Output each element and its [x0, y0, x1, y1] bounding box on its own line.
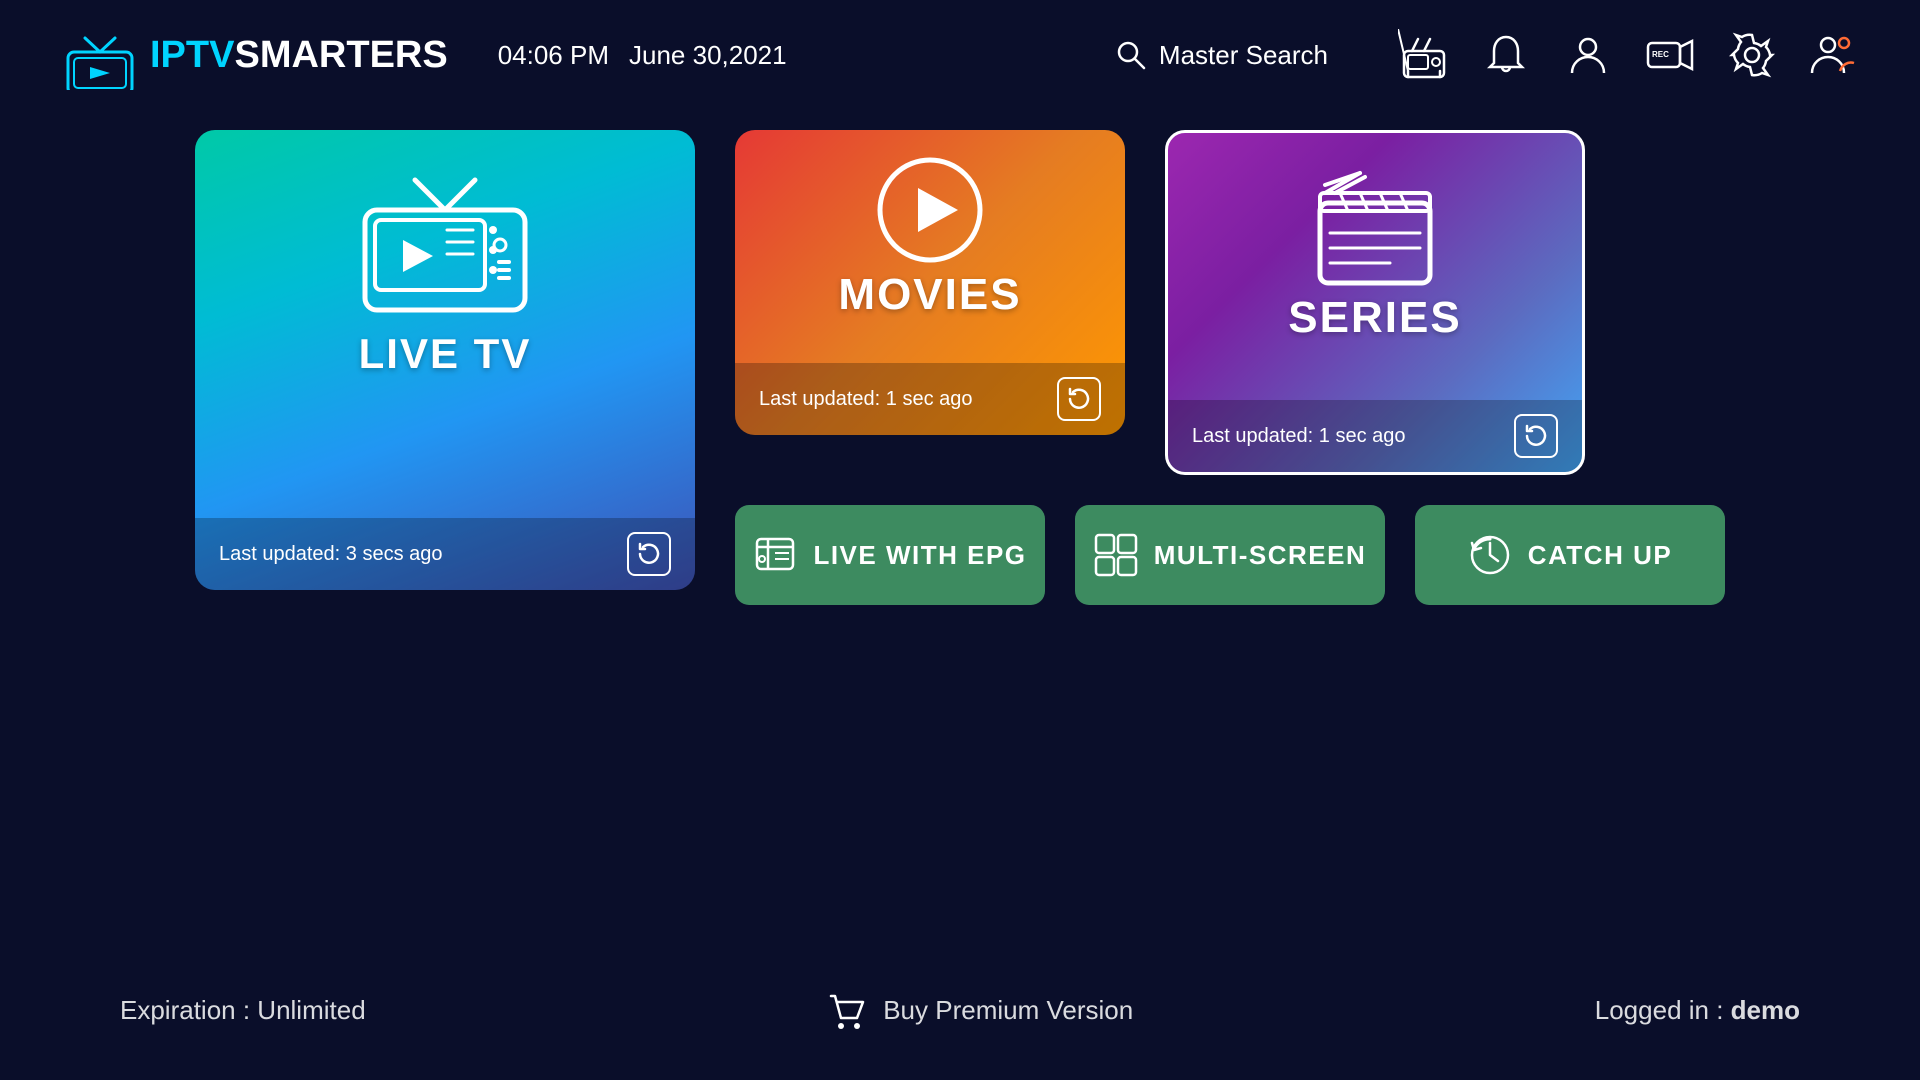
- header: IPTVSMARTERS 04:06 PM June 30,2021 Maste…: [0, 0, 1920, 110]
- logo-text: IPTVSMARTERS: [150, 34, 448, 77]
- logged-in-label: Logged in :: [1595, 995, 1731, 1025]
- expiration-label: Expiration : Unlimited: [120, 995, 366, 1025]
- multiscreen-icon: [1094, 533, 1138, 577]
- epg-label: LIVE WITH EPG: [813, 540, 1026, 571]
- refresh-icon-movies: [1066, 386, 1092, 412]
- epg-button[interactable]: LIVE WITH EPG: [735, 505, 1045, 605]
- live-tv-refresh[interactable]: [627, 532, 671, 576]
- live-tv-card[interactable]: LIVE TV Last updated: 3 secs ago: [195, 130, 695, 590]
- users-icon[interactable]: [1808, 29, 1860, 81]
- refresh-icon: [636, 541, 662, 567]
- logo: IPTVSMARTERS: [60, 20, 448, 90]
- live-tv-content: LIVE TV: [345, 130, 545, 398]
- record-icon[interactable]: REC: [1644, 29, 1696, 81]
- notification-icon[interactable]: [1480, 29, 1532, 81]
- movies-icon: [870, 150, 990, 270]
- footer: Expiration : Unlimited Buy Premium Versi…: [0, 990, 1920, 1030]
- live-tv-title: LIVE TV: [359, 330, 532, 378]
- movies-footer: Last updated: 1 sec ago: [735, 363, 1125, 435]
- svg-text:REC: REC: [1652, 50, 1669, 59]
- radio-icon[interactable]: [1398, 29, 1450, 81]
- series-icon: [1310, 163, 1440, 293]
- search-label: Master Search: [1159, 40, 1328, 71]
- right-cards: MOVIES Last updated: 1 sec ago: [735, 130, 1725, 605]
- logged-in-info: Logged in : demo: [1595, 995, 1800, 1026]
- profile-icon[interactable]: [1562, 29, 1614, 81]
- catchup-label: CATCH UP: [1528, 540, 1672, 571]
- live-tv-icon: [345, 160, 545, 330]
- cart-icon: [827, 990, 867, 1030]
- catchup-button[interactable]: CATCH UP: [1415, 505, 1725, 605]
- search-icon: [1115, 39, 1147, 71]
- settings-icon[interactable]: [1726, 29, 1778, 81]
- series-refresh[interactable]: [1514, 414, 1558, 458]
- main-content: LIVE TV Last updated: 3 secs ago: [0, 110, 1920, 625]
- action-buttons-row: LIVE WITH EPG MULTI-SCREEN: [735, 505, 1725, 605]
- expiration-info: Expiration : Unlimited: [120, 995, 366, 1026]
- logo-icon: [60, 20, 140, 90]
- buy-premium-label: Buy Premium Version: [883, 995, 1133, 1026]
- movies-title: MOVIES: [838, 270, 1021, 320]
- live-tv-footer: Last updated: 3 secs ago: [195, 518, 695, 590]
- catchup-icon: [1468, 533, 1512, 577]
- datetime: 04:06 PM June 30,2021: [498, 40, 787, 71]
- series-updated: Last updated: 1 sec ago: [1192, 425, 1406, 448]
- movies-content: MOVIES: [838, 130, 1021, 330]
- multiscreen-label: MULTI-SCREEN: [1154, 540, 1367, 571]
- movies-card[interactable]: MOVIES Last updated: 1 sec ago: [735, 130, 1125, 435]
- cards-row: LIVE TV Last updated: 3 secs ago: [60, 130, 1860, 605]
- movies-updated: Last updated: 1 sec ago: [759, 388, 973, 411]
- live-tv-updated: Last updated: 3 secs ago: [219, 543, 443, 566]
- search-bar[interactable]: Master Search: [1115, 39, 1328, 71]
- epg-icon: [753, 533, 797, 577]
- movies-refresh[interactable]: [1057, 377, 1101, 421]
- series-card[interactable]: SERIES Last updated: 1 sec ago: [1165, 130, 1585, 475]
- refresh-icon-series: [1523, 423, 1549, 449]
- top-right-row: MOVIES Last updated: 1 sec ago: [735, 130, 1725, 475]
- series-content: SERIES: [1288, 133, 1461, 353]
- series-title: SERIES: [1288, 293, 1461, 343]
- multiscreen-button[interactable]: MULTI-SCREEN: [1075, 505, 1385, 605]
- buy-premium[interactable]: Buy Premium Version: [827, 990, 1133, 1030]
- time-display: 04:06 PM: [498, 40, 609, 71]
- logged-in-user: demo: [1731, 995, 1800, 1025]
- series-footer: Last updated: 1 sec ago: [1168, 400, 1582, 472]
- date-display: June 30,2021: [629, 40, 787, 71]
- header-icons: REC: [1398, 29, 1860, 81]
